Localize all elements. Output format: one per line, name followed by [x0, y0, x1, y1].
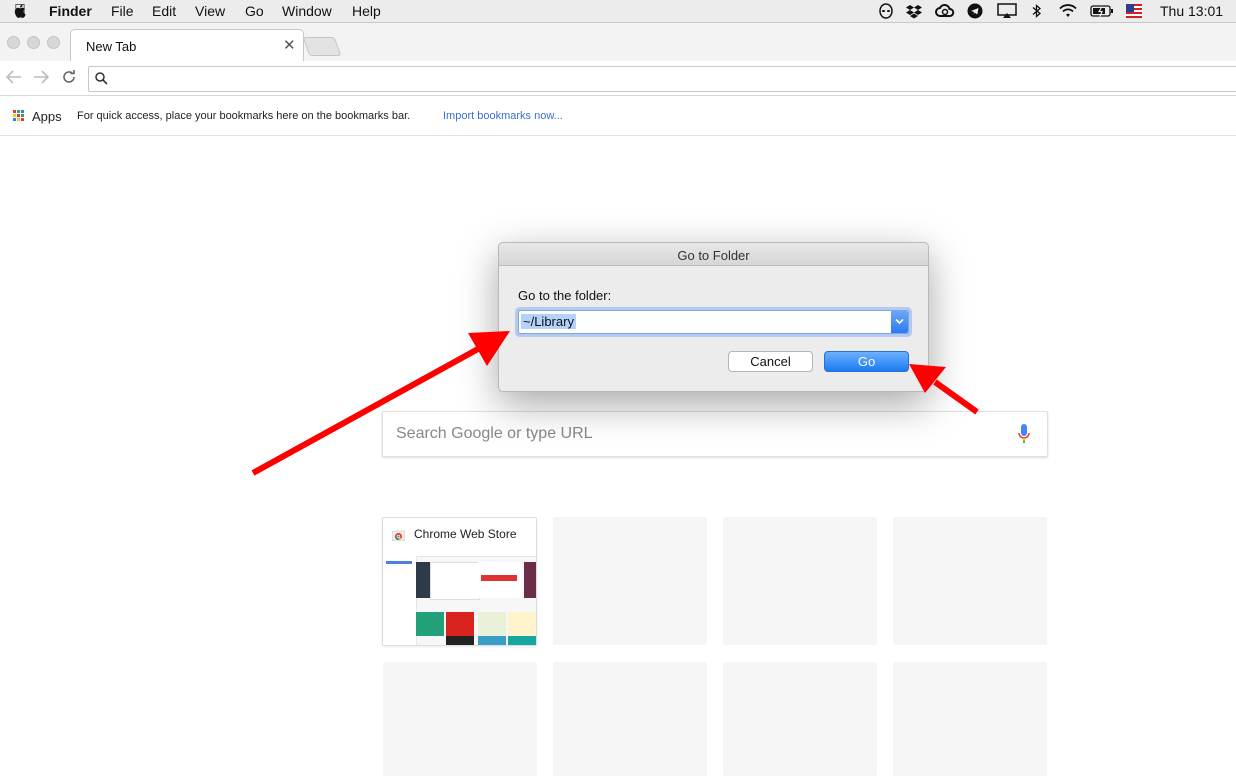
apps-grid-icon[interactable] [13, 110, 25, 122]
battery-icon[interactable] [1090, 3, 1114, 19]
folder-path-input[interactable]: ~/Library [518, 310, 909, 334]
tile-empty[interactable] [723, 662, 877, 776]
menu-go[interactable]: Go [245, 3, 264, 19]
window-zoom-button[interactable] [47, 36, 60, 49]
tile-title: Chrome Web Store [414, 527, 517, 541]
cancel-button[interactable]: Cancel [728, 351, 813, 372]
back-arrow-icon[interactable] [6, 70, 22, 84]
telegram-icon[interactable] [967, 3, 983, 19]
new-tab-button[interactable] [302, 37, 342, 56]
menu-app-finder[interactable]: Finder [49, 3, 92, 19]
tile-empty[interactable] [553, 517, 707, 645]
forward-arrow-icon[interactable] [33, 70, 49, 84]
menu-window[interactable]: Window [282, 3, 332, 19]
menu-help[interactable]: Help [352, 3, 381, 19]
tile-chrome-web-store[interactable]: Chrome Web Store [382, 517, 537, 646]
creative-cloud-icon[interactable] [935, 3, 955, 19]
tile-empty[interactable] [383, 662, 537, 776]
browser-toolbar [0, 61, 1236, 96]
dropbox-icon[interactable] [906, 3, 922, 19]
bookmarks-hint: For quick access, place your bookmarks h… [77, 110, 411, 122]
airplay-icon[interactable] [997, 3, 1017, 19]
go-button[interactable]: Go [824, 351, 909, 372]
tab-strip: New Tab ✕ [0, 23, 1236, 62]
tile-empty[interactable] [723, 517, 877, 645]
chevron-down-icon [895, 318, 904, 325]
apple-logo-icon[interactable] [13, 3, 28, 19]
address-bar[interactable] [88, 66, 1236, 92]
alien-icon[interactable] [878, 3, 894, 19]
window-minimize-button[interactable] [27, 36, 40, 49]
search-placeholder: Search Google or type URL [396, 425, 593, 442]
tile-empty[interactable] [893, 662, 1047, 776]
folder-path-value: ~/Library [521, 314, 576, 329]
wifi-icon[interactable] [1058, 3, 1078, 19]
menu-file[interactable]: File [111, 3, 134, 19]
microphone-icon[interactable] [1017, 423, 1031, 445]
reload-icon[interactable] [61, 69, 77, 85]
folder-path-label: Go to the folder: [518, 288, 612, 303]
tile-empty[interactable] [553, 662, 707, 776]
menu-view[interactable]: View [195, 3, 225, 19]
chrome-web-store-icon [392, 530, 405, 541]
tab-close-icon[interactable]: ✕ [283, 36, 296, 54]
menubar-clock[interactable]: Thu 13:01 [1160, 3, 1223, 19]
menu-bar:  Finder File Edit View Go Window Help T… [0, 0, 1236, 23]
us-flag-icon[interactable] [1126, 4, 1142, 18]
import-bookmarks-link[interactable]: Import bookmarks now... [443, 110, 563, 122]
tab-new-tab[interactable]: New Tab ✕ [70, 29, 304, 62]
bookmarks-bar: Apps For quick access, place your bookma… [0, 96, 1236, 136]
search-icon [95, 72, 108, 85]
menu-edit[interactable]: Edit [152, 3, 176, 19]
dialog-title: Go to Folder [677, 248, 750, 263]
google-search-box[interactable]: Search Google or type URL [382, 411, 1048, 457]
apps-shortcut[interactable]: Apps [32, 109, 62, 124]
tab-title: New Tab [86, 39, 137, 54]
bluetooth-icon[interactable] [1031, 3, 1043, 19]
tile-thumbnail [384, 550, 536, 645]
tile-empty[interactable] [893, 517, 1047, 645]
window-close-button[interactable] [7, 36, 20, 49]
folder-path-dropdown-button[interactable] [891, 311, 908, 333]
go-to-folder-dialog: Go to Folder Go to the folder: ~/Library… [498, 242, 929, 392]
